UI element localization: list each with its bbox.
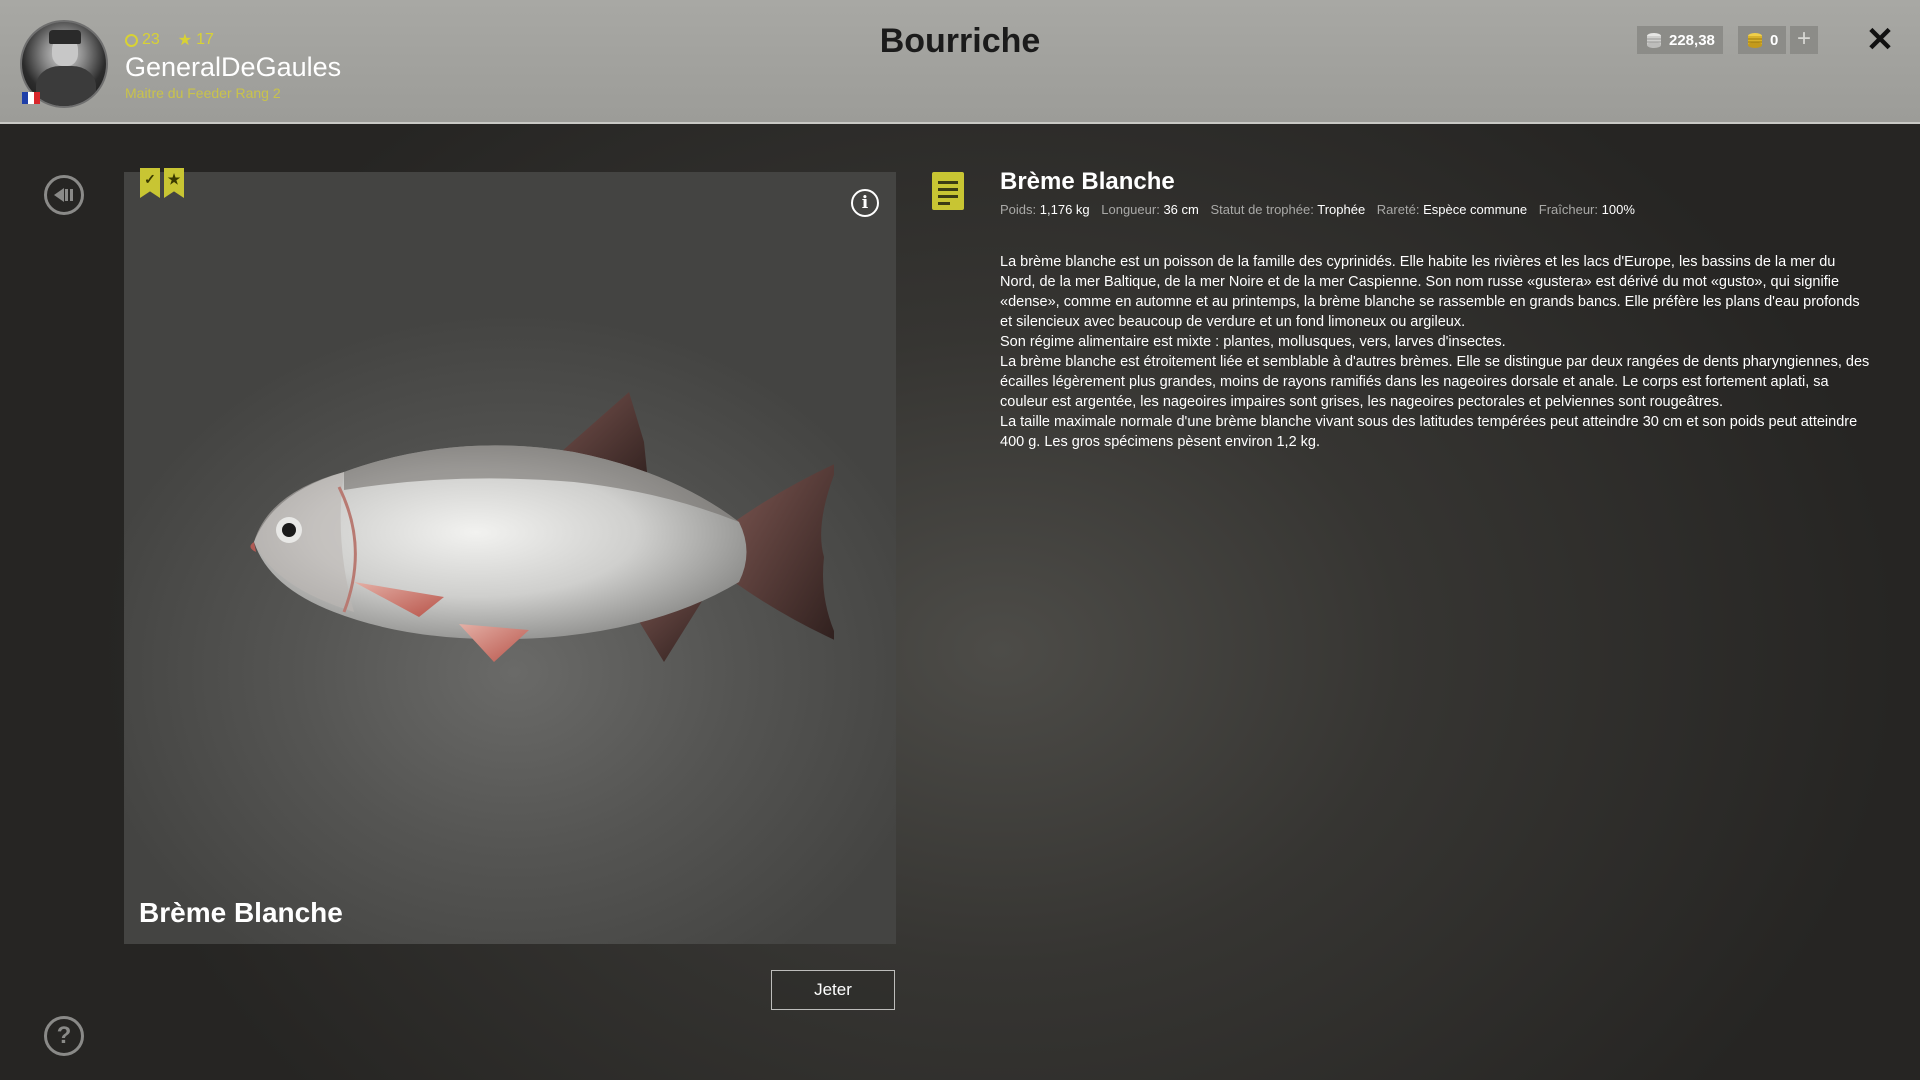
fish-description: La brème blanche est un poisson de la fa… <box>1000 252 1872 452</box>
freshness-label: Fraîcheur: <box>1538 202 1598 217</box>
weight-value: 1,176 kg <box>1039 202 1090 217</box>
weight-label: Poids: <box>1000 202 1037 217</box>
gold-balance: 0 <box>1738 26 1787 54</box>
silver-balance: 228,38 <box>1637 26 1723 54</box>
description-paragraph: La taille maximale normale d'une brème b… <box>1000 414 1858 450</box>
rarity-label: Rareté: <box>1376 202 1420 217</box>
page-title: Bourriche <box>879 22 1041 60</box>
trophy-status-label: Statut de trophée: <box>1210 202 1314 217</box>
rarity-value: Espèce commune <box>1423 202 1528 217</box>
fish-name-label: Brème Blanche <box>139 897 343 928</box>
document-icon <box>932 172 964 210</box>
fish-preview-panel: ✓ ★ i Brème Blanche <box>124 168 896 944</box>
description-paragraph: La brème blanche est un poisson de la fa… <box>1000 254 1860 330</box>
info-button[interactable]: i <box>851 189 879 217</box>
checkmark-badge-icon: ✓ <box>140 168 160 198</box>
back-arrow-icon <box>54 188 73 202</box>
player-rank: Maitre du Feeder Rang 2 <box>125 85 281 101</box>
france-flag-icon <box>22 92 40 104</box>
close-button[interactable]: ✕ <box>1862 22 1898 58</box>
freshness-value: 100% <box>1601 202 1635 217</box>
gold-coins-icon <box>1748 33 1762 48</box>
silver-value: 228,38 <box>1669 31 1715 49</box>
star-badge-icon: ★ <box>164 168 184 198</box>
length-value: 36 cm <box>1163 202 1199 217</box>
fish-stats-line: Poids: 1,176 kg Longueur: 36 cm Statut d… <box>1000 202 1643 217</box>
gold-value: 0 <box>1770 31 1779 49</box>
add-currency-button[interactable]: + <box>1790 26 1818 54</box>
fish-badges: ✓ ★ <box>140 168 184 198</box>
trophy-status-value: Trophée <box>1317 202 1366 217</box>
top-bar: 23 ★ 17 GeneralDeGaules Maitre du Feeder… <box>0 0 1920 124</box>
back-button[interactable] <box>44 175 84 215</box>
fish-details-title: Brème Blanche <box>1000 168 1175 195</box>
description-paragraph: Son régime alimentaire est mixte : plant… <box>1000 334 1506 350</box>
fish-image <box>250 392 834 662</box>
length-label: Longueur: <box>1101 202 1160 217</box>
discard-button[interactable]: Jeter <box>771 970 895 1010</box>
help-button[interactable]: ? <box>44 1016 84 1056</box>
silver-coins-icon <box>1647 33 1661 48</box>
description-paragraph: La brème blanche est étroitement liée et… <box>1000 354 1870 410</box>
